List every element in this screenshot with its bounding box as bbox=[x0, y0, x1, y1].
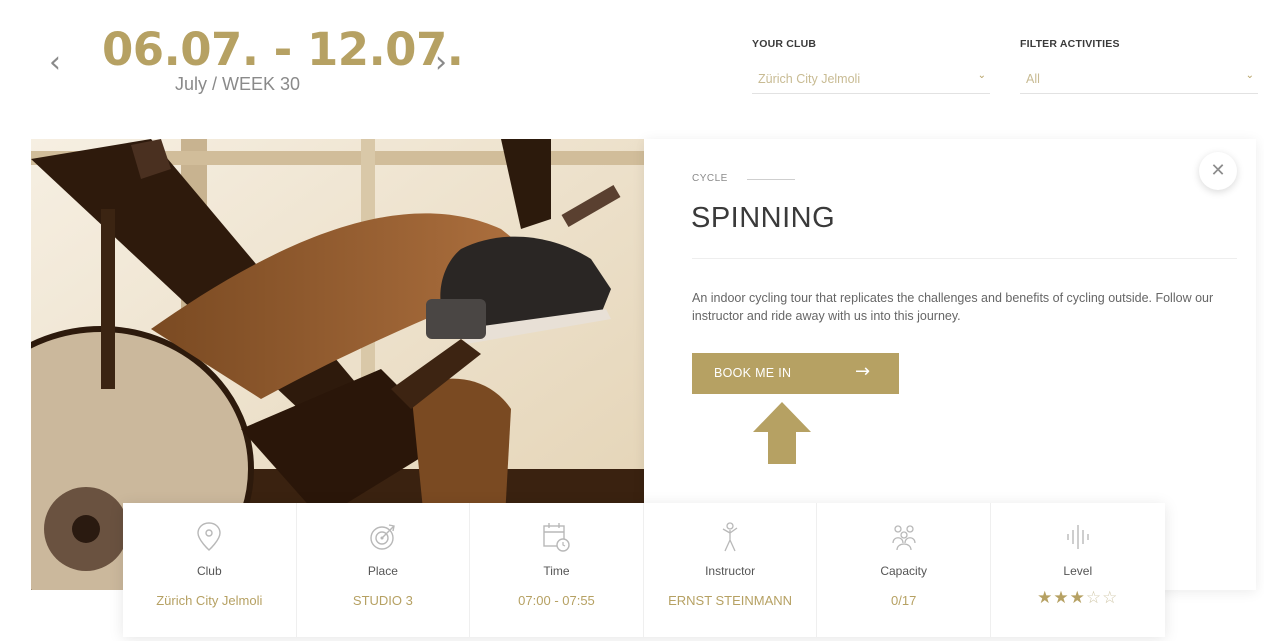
info-time: Time 07:00 - 07:55 bbox=[470, 503, 644, 637]
target-icon bbox=[370, 524, 395, 550]
info-time-label: Time bbox=[543, 564, 570, 578]
club-select[interactable]: Zürich City Jelmoli ⌄ bbox=[752, 68, 990, 94]
club-filter-label: YOUR CLUB bbox=[752, 38, 817, 50]
title-divider bbox=[692, 258, 1237, 259]
info-instructor-value: ERNST STEINMANN bbox=[668, 593, 793, 608]
person-icon bbox=[722, 522, 738, 552]
star-filled-icon: ★ bbox=[1037, 588, 1054, 608]
chevron-down-icon: ⌄ bbox=[977, 70, 986, 81]
activities-select[interactable]: All ⌄ bbox=[1020, 68, 1258, 94]
activity-category: CYCLE bbox=[692, 173, 728, 184]
info-capacity: Capacity 0/17 bbox=[817, 503, 991, 637]
chevron-down-icon: ⌄ bbox=[1245, 70, 1254, 81]
info-place-label: Place bbox=[367, 564, 398, 578]
week-navigator: ‹ 06.07. - 12.07. July / WEEK 30 › bbox=[40, 23, 464, 104]
activities-filter-label: FILTER ACTIVITIES bbox=[1020, 38, 1120, 50]
star-empty-icon: ☆ bbox=[1102, 588, 1119, 608]
info-time-value: 07:00 - 07:55 bbox=[518, 593, 595, 608]
club-select-value: Zürich City Jelmoli bbox=[758, 72, 861, 86]
info-place: Place STUDIO 3 bbox=[297, 503, 471, 637]
star-filled-icon: ★ bbox=[1069, 588, 1086, 608]
info-level: Level ★★★☆☆ bbox=[991, 503, 1165, 637]
chevron-right-icon[interactable]: › bbox=[428, 48, 454, 78]
arrow-up-icon bbox=[753, 402, 811, 464]
star-empty-icon: ☆ bbox=[1085, 588, 1103, 608]
calendar-clock-icon bbox=[543, 523, 571, 552]
close-icon[interactable]: ✕ bbox=[1199, 152, 1237, 190]
activities-filter: FILTER ACTIVITIES All ⌄ bbox=[1020, 38, 1258, 94]
book-me-in-button[interactable]: BOOK ME IN → bbox=[692, 353, 899, 394]
info-instructor: Instructor ERNST STEINMANN bbox=[644, 503, 818, 637]
info-club-value: Zürich City Jelmoli bbox=[156, 593, 263, 608]
group-icon bbox=[892, 525, 916, 551]
info-level-label: Level bbox=[1063, 564, 1093, 578]
info-club: Club Zürich City Jelmoli bbox=[123, 503, 297, 637]
week-date-range: 06.07. - 12.07. bbox=[102, 23, 464, 76]
week-subtitle: July / WEEK 30 bbox=[175, 74, 301, 94]
activities-select-value: All bbox=[1026, 72, 1040, 86]
location-pin-icon bbox=[197, 522, 221, 551]
arrow-right-icon: → bbox=[855, 361, 871, 382]
info-instructor-label: Instructor bbox=[705, 564, 756, 578]
level-rating: ★★★☆☆ bbox=[991, 588, 1165, 608]
book-button-label: BOOK ME IN bbox=[714, 366, 792, 380]
activity-title: SPINNING bbox=[691, 202, 836, 234]
sound-level-icon bbox=[1067, 525, 1089, 549]
info-club-label: Club bbox=[196, 564, 222, 578]
info-capacity-label: Capacity bbox=[880, 564, 928, 578]
activity-description: An indoor cycling tour that replicates t… bbox=[692, 291, 1214, 323]
category-divider bbox=[747, 179, 795, 180]
info-capacity-value: 0/17 bbox=[891, 593, 917, 608]
star-filled-icon: ★ bbox=[1053, 588, 1070, 608]
activity-info-bar: Club Zürich City Jelmoli Place STUDIO 3 … bbox=[123, 503, 1165, 637]
club-filter: YOUR CLUB Zürich City Jelmoli ⌄ bbox=[752, 38, 990, 94]
chevron-left-icon[interactable]: ‹ bbox=[42, 48, 68, 78]
info-place-value: STUDIO 3 bbox=[352, 593, 413, 608]
